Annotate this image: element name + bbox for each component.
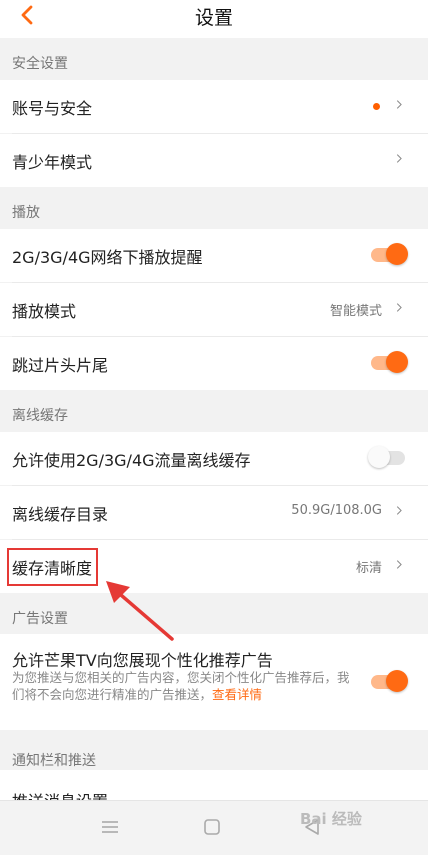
personal-ads-toggle[interactable] <box>368 670 408 692</box>
row-cache-dir[interactable]: 离线缓存目录 50.9G/108.0G <box>0 486 428 539</box>
section-notify: 通知栏和推送 <box>0 730 428 770</box>
row-value: 标清 <box>355 561 382 576</box>
row-personal-ads: 允许芒果TV向您展现个性化推荐广告 为您推送与您相关的广告内容，您关闭个性化广告… <box>0 634 428 730</box>
notification-dot-icon <box>373 103 380 110</box>
section-label: 离线缓存 <box>12 408 68 424</box>
section-label: 通知栏和推送 <box>12 753 96 769</box>
row-label: 青少年模式 <box>12 153 93 172</box>
page-title: 设置 <box>194 7 233 29</box>
chevron-right-icon <box>396 303 402 312</box>
view-details-link[interactable]: 查看详情 <box>212 687 262 702</box>
row-label: 账号与安全 <box>12 99 93 118</box>
row-value: 智能模式 <box>329 304 382 319</box>
annotation-arrow-icon <box>106 581 174 641</box>
row-play-mode[interactable]: 播放模式 智能模式 <box>0 283 428 336</box>
chevron-right-icon <box>396 506 402 515</box>
row-label: 允许芒果TV向您展现个性化推荐广告 <box>12 651 273 670</box>
skip-intro-toggle[interactable] <box>368 351 408 373</box>
row-value: 50.9G/108.0G <box>291 503 382 518</box>
section-label: 播放 <box>12 205 40 221</box>
row-account-security[interactable]: 账号与安全 <box>0 80 428 133</box>
section-offline: 离线缓存 <box>0 390 428 436</box>
row-label: 播放模式 <box>12 302 77 321</box>
header: 设置 <box>0 0 428 38</box>
network-remind-toggle[interactable] <box>368 243 408 265</box>
home-square-icon[interactable] <box>200 815 224 839</box>
row-push-settings[interactable]: 推送消息设置 <box>0 770 428 800</box>
row-allow-cache: 允许使用2G/3G/4G流量离线缓存 <box>0 432 428 485</box>
annotation-highlight-box <box>7 548 98 586</box>
section-security: 安全设置 <box>0 38 428 84</box>
row-teen-mode[interactable]: 青少年模式 <box>0 134 428 187</box>
watermark-text: Bai 经验 <box>300 810 362 828</box>
row-label: 离线缓存目录 <box>12 505 109 524</box>
chevron-right-icon <box>396 100 402 109</box>
row-network-remind: 2G/3G/4G网络下播放提醒 <box>0 229 428 282</box>
ads-description-text: 为您推送与您相关的广告内容，您关闭个性化广告推荐后，我们将不会向您进行精准的广告… <box>12 670 350 702</box>
section-playback: 播放 <box>0 187 428 233</box>
row-skip-intro: 跳过片头片尾 <box>0 337 428 390</box>
row-label: 2G/3G/4G网络下播放提醒 <box>12 248 203 267</box>
system-nav-bar <box>0 800 428 855</box>
section-label: 广告设置 <box>12 611 68 627</box>
chevron-right-icon <box>396 560 402 569</box>
section-label: 安全设置 <box>12 56 68 72</box>
row-label: 允许使用2G/3G/4G流量离线缓存 <box>12 451 251 470</box>
menu-icon[interactable] <box>98 815 122 839</box>
chevron-right-icon <box>396 154 402 163</box>
row-label: 跳过片头片尾 <box>12 356 109 375</box>
row-description: 为您推送与您相关的广告内容，您关闭个性化广告推荐后，我们将不会向您进行精准的广告… <box>12 669 360 703</box>
section-ads: 广告设置 <box>0 593 428 634</box>
allow-cache-toggle[interactable] <box>368 446 408 468</box>
row-label: 推送消息设置 <box>12 788 108 800</box>
